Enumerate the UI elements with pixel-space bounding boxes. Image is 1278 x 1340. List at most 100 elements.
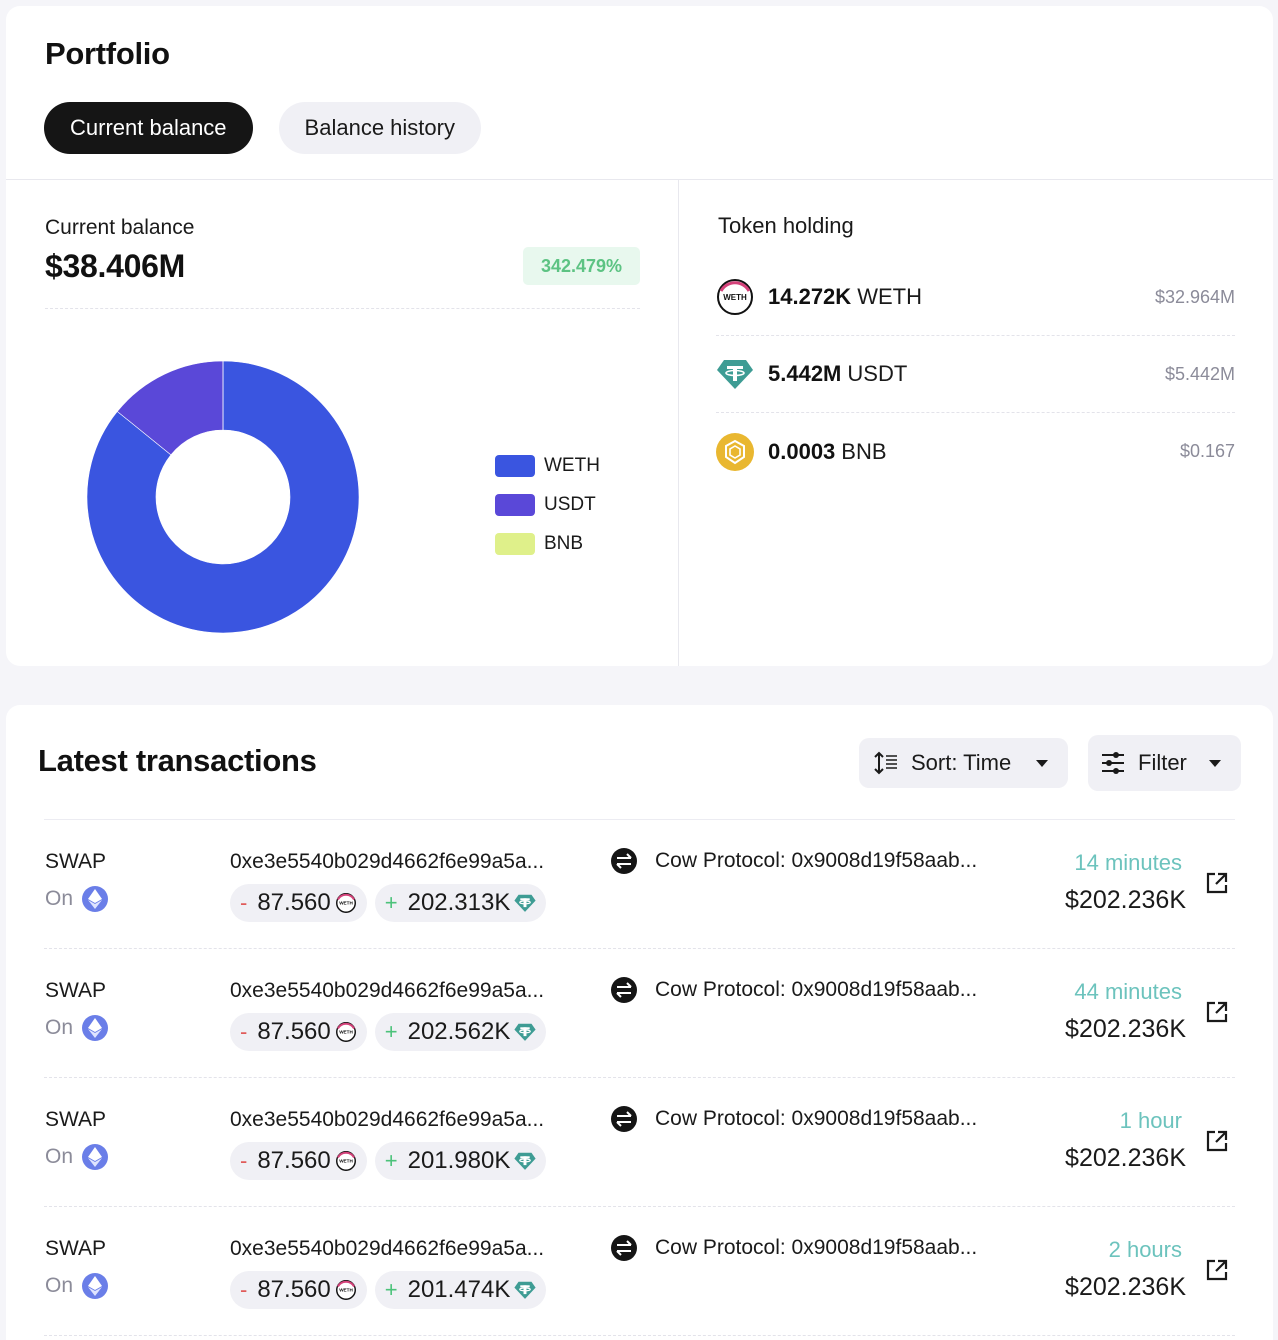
- counterparty[interactable]: Cow Protocol: 0x9008d19f58aab...: [611, 848, 977, 874]
- plus-sign: +: [384, 1148, 398, 1173]
- transaction-hash[interactable]: 0xe3e5540b029d4662f6e99a5a...: [230, 1108, 544, 1132]
- token-in-amount: 201.474K: [407, 1276, 511, 1303]
- minus-sign: -: [240, 1148, 248, 1173]
- filter-button[interactable]: Filter: [1088, 735, 1241, 791]
- holding-symbol: USDT: [847, 361, 908, 386]
- transaction-usd-value: $202.236K: [1065, 886, 1186, 914]
- balance-value: $38.406M: [45, 248, 185, 284]
- weth-icon: WETH: [716, 278, 754, 316]
- svg-text:WETH: WETH: [339, 1030, 353, 1035]
- token-out-pill: - 87.560 WETH: [230, 1142, 367, 1180]
- usdt-icon: [513, 891, 537, 915]
- holding-amount: 14.272K: [768, 284, 852, 309]
- filter-sliders-icon: [1100, 750, 1126, 776]
- transactions-list: SWAP On 0xe3e5540b029d4662f6e99a5a... - …: [44, 819, 1235, 1336]
- balance-label: Current balance: [45, 216, 195, 239]
- token-changes: - 87.560 WETH + 201.980K: [230, 1142, 547, 1180]
- holding-usd-value: $0.167: [1179, 441, 1235, 461]
- holding-usd-value: $32.964M: [1154, 286, 1235, 307]
- external-link-icon[interactable]: [1204, 1257, 1230, 1283]
- swap-arrows-icon: [611, 1106, 637, 1132]
- svg-text:WETH: WETH: [339, 901, 353, 906]
- counterparty[interactable]: Cow Protocol: 0x9008d19f58aab...: [611, 977, 977, 1003]
- bnb-icon: [716, 432, 754, 471]
- minus-sign: -: [240, 1277, 248, 1302]
- plus-sign: +: [384, 1019, 398, 1044]
- chain-label: On: [45, 1016, 74, 1039]
- holding-row-usdt: 5.442M USDT $5.442M: [716, 336, 1235, 413]
- swap-arrows-icon: [611, 977, 637, 1003]
- token-out-amount: 87.560: [257, 1018, 331, 1045]
- transaction-hash[interactable]: 0xe3e5540b029d4662f6e99a5a...: [230, 850, 544, 874]
- portfolio-tabs: Current balance Balance history: [44, 102, 481, 154]
- legend-swatch: [495, 454, 535, 477]
- external-link-icon[interactable]: [1204, 1128, 1230, 1154]
- transaction-type: SWAP: [45, 1108, 107, 1131]
- transaction-type: SWAP: [45, 850, 107, 873]
- transaction-type: SWAP: [45, 979, 107, 1002]
- holding-amount: 5.442M: [768, 361, 842, 386]
- external-link-icon[interactable]: [1204, 870, 1230, 896]
- token-out-amount: 87.560: [257, 1276, 331, 1303]
- usdt-icon: [716, 355, 754, 393]
- holding-symbol: WETH: [857, 284, 922, 309]
- sort-icon: [873, 750, 899, 776]
- tab-current-balance[interactable]: Current balance: [44, 102, 253, 154]
- transaction-row[interactable]: SWAP On 0xe3e5540b029d4662f6e99a5a... - …: [44, 820, 1235, 949]
- chain-indicator: On: [45, 1273, 109, 1299]
- holding-row-weth: WETH 14.272K WETH $32.964M: [716, 259, 1235, 336]
- sort-button[interactable]: Sort: Time: [859, 738, 1068, 788]
- chain-label: On: [45, 1145, 74, 1168]
- token-changes: - 87.560 WETH + 202.562K: [230, 1013, 547, 1051]
- token-holding-list: WETH 14.272K WETH $32.964M 5.442M USDT $…: [716, 259, 1235, 490]
- legend-item-weth[interactable]: WETH: [495, 446, 600, 485]
- legend-item-bnb[interactable]: BNB: [495, 524, 600, 563]
- legend-item-usdt[interactable]: USDT: [495, 485, 600, 524]
- token-in-pill: + 201.474K: [374, 1271, 547, 1309]
- token-in-pill: + 202.313K: [374, 884, 547, 922]
- plus-sign: +: [384, 890, 398, 915]
- legend-label: BNB: [544, 532, 584, 554]
- transaction-row[interactable]: SWAP On 0xe3e5540b029d4662f6e99a5a... - …: [44, 1078, 1235, 1207]
- usdt-icon: [513, 1278, 537, 1302]
- transaction-time: 2 hours: [1108, 1237, 1182, 1262]
- counterparty-label: Cow Protocol: 0x9008d19f58aab...: [655, 849, 978, 872]
- tab-balance-history[interactable]: Balance history: [278, 102, 481, 154]
- transaction-usd-value: $202.236K: [1065, 1273, 1186, 1301]
- ethereum-icon: [82, 1144, 109, 1170]
- change-percent-badge: 342.479%: [523, 247, 640, 285]
- token-in-pill: + 201.980K: [374, 1142, 547, 1180]
- chain-indicator: On: [45, 1144, 109, 1170]
- ethereum-icon: [82, 886, 109, 912]
- token-changes: - 87.560 WETH + 201.474K: [230, 1271, 547, 1309]
- usdt-icon: [513, 1020, 537, 1044]
- chain-label: On: [45, 887, 74, 910]
- weth-icon: WETH: [334, 1020, 358, 1044]
- transaction-usd-value: $202.236K: [1065, 1015, 1186, 1043]
- transactions-title: Latest transactions: [38, 743, 317, 778]
- counterparty-label: Cow Protocol: 0x9008d19f58aab...: [655, 1236, 978, 1259]
- counterparty[interactable]: Cow Protocol: 0x9008d19f58aab...: [611, 1106, 977, 1132]
- token-in-pill: + 202.562K: [374, 1013, 547, 1051]
- chain-indicator: On: [45, 886, 109, 912]
- counterparty[interactable]: Cow Protocol: 0x9008d19f58aab...: [611, 1235, 977, 1261]
- token-in-amount: 202.562K: [407, 1018, 511, 1045]
- chevron-down-icon: [1036, 759, 1048, 767]
- transaction-hash[interactable]: 0xe3e5540b029d4662f6e99a5a...: [230, 1237, 544, 1261]
- chart-legend: WETH USDT BNB: [495, 446, 600, 563]
- transaction-time: 14 minutes: [1074, 850, 1182, 875]
- swap-arrows-icon: [611, 848, 637, 874]
- token-in-amount: 202.313K: [407, 889, 511, 916]
- transaction-hash[interactable]: 0xe3e5540b029d4662f6e99a5a...: [230, 979, 544, 1003]
- external-link-icon[interactable]: [1204, 999, 1230, 1025]
- ethereum-icon: [82, 1273, 109, 1299]
- transaction-row[interactable]: SWAP On 0xe3e5540b029d4662f6e99a5a... - …: [44, 1207, 1235, 1336]
- transaction-row[interactable]: SWAP On 0xe3e5540b029d4662f6e99a5a... - …: [44, 949, 1235, 1078]
- transaction-usd-value: $202.236K: [1065, 1144, 1186, 1172]
- legend-label: USDT: [544, 493, 596, 515]
- token-holding-title: Token holding: [718, 213, 854, 238]
- allocation-donut-chart: [86, 360, 360, 634]
- token-changes: - 87.560 WETH + 202.313K: [230, 884, 547, 922]
- divider: [678, 180, 679, 666]
- token-out-pill: - 87.560 WETH: [230, 1271, 367, 1309]
